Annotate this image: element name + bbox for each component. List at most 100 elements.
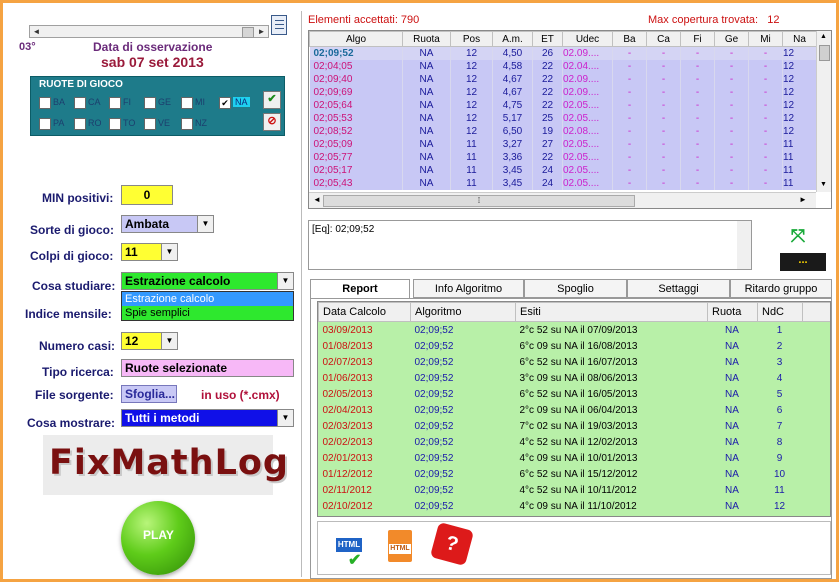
horizontal-scrollbar[interactable]: ◄ ⁞ ► [309, 192, 816, 208]
table-row[interactable]: 02;09;40 NA 12 4,67 22 02.09.... - - - - -12 [309, 73, 817, 86]
column-header[interactable]: Ruota [402, 31, 451, 47]
clear-button[interactable]: ⊘ [263, 113, 281, 131]
chevron-down-icon[interactable]: ▼ [277, 273, 293, 289]
table-row[interactable]: 02/11/2012 02;09;52 4°c 52 su NA il 10/11/… [319, 482, 831, 498]
column-header[interactable]: NdC [757, 302, 803, 322]
column-header[interactable]: ET [532, 31, 563, 47]
column-header[interactable]: Algo [309, 31, 403, 47]
table-cell: 02.05.... [562, 138, 613, 151]
methods-grid[interactable]: Algo Ruota Pos A.m. ET Udec Ba Ca Fi Ge Mi Na 02;09… [308, 30, 832, 209]
column-header[interactable]: Mi [748, 31, 783, 47]
checkbox-ge[interactable] [144, 97, 156, 109]
column-header[interactable]: Data Calcolo [318, 302, 411, 322]
cosa-mostrare-select[interactable]: Tutti i metodi ▼ [121, 409, 294, 427]
tab-settaggi[interactable]: Settaggi [627, 279, 730, 298]
checkbox-na[interactable]: ✔ [219, 97, 231, 109]
column-header[interactable]: A.m. [492, 31, 533, 47]
table-row[interactable]: 01/06/2013 02;09;52 3°c 09 su NA il 08/06/… [319, 370, 831, 386]
table-row[interactable]: 02;04;05 NA 12 4,58 22 02.04.... - - - - -12 [309, 60, 817, 73]
vertical-scrollbar[interactable]: ▲ ▼ [816, 31, 831, 192]
column-header[interactable]: Udec [562, 31, 613, 47]
checkbox-ba[interactable] [39, 97, 51, 109]
table-row[interactable]: 02;05;17 NA 11 3,45 24 02.05.... - - - - -11 [309, 164, 817, 177]
scroll-right-icon[interactable]: ► [255, 26, 268, 37]
draw-scrollbar[interactable]: ◄ ► [29, 25, 269, 38]
scroll-thumb[interactable] [819, 45, 830, 61]
table-cell: 11 [450, 177, 493, 190]
table-row[interactable]: 03/09/2013 02;09;52 2°c 52 su NA il 07/09/… [319, 322, 831, 339]
table-row[interactable]: 02/04/2013 02;09;52 2°c 09 su NA il 06/04/… [319, 402, 831, 418]
chevron-down-icon[interactable]: ▼ [197, 216, 213, 232]
play-button[interactable]: PLAY [121, 501, 195, 575]
column-header[interactable]: Ge [714, 31, 749, 47]
tipo-ricerca-select[interactable]: Ruote selezionate [121, 359, 294, 377]
chevron-down-icon[interactable]: ▼ [161, 244, 177, 260]
column-header[interactable]: Ruota [707, 302, 758, 322]
table-row[interactable]: 02/07/2013 02;09;52 6°c 52 su NA il 16/07/… [319, 354, 831, 370]
chevron-down-icon[interactable]: ▼ [277, 410, 293, 426]
checkbox-ca[interactable] [74, 97, 86, 109]
table-row[interactable]: 02/05/2013 02;09;52 6°c 52 su NA il 16/05/… [319, 386, 831, 402]
checkbox-fi[interactable] [109, 97, 121, 109]
chevron-down-icon[interactable]: ▼ [161, 333, 177, 349]
scroll-left-icon[interactable]: ◄ [313, 195, 321, 204]
table-row[interactable]: 02;05;64 NA 12 4,75 22 02.05.... - - - - -12 [309, 99, 817, 112]
copy-icon[interactable] [271, 15, 287, 35]
checkbox-pa[interactable] [39, 118, 51, 130]
column-header[interactable]: Algoritmo [410, 302, 516, 322]
tab-info-algoritmo[interactable]: Info Algoritmo [413, 279, 524, 298]
column-header[interactable]: Pos [450, 31, 493, 47]
scroll-thumb[interactable]: ⁞ [323, 195, 635, 207]
table-row[interactable]: 01/08/2013 02;09;52 6°c 09 su NA il 16/08/… [319, 338, 831, 354]
scroll-left-icon[interactable]: ◄ [30, 26, 43, 37]
formula-scrollbar[interactable] [737, 221, 751, 269]
column-header[interactable]: Fi [680, 31, 715, 47]
html-export-icon[interactable]: HTML ✔ [336, 534, 364, 569]
html-file-icon[interactable]: HTML [388, 530, 412, 562]
table-row[interactable]: 02;05;09 NA 11 3,27 27 02.05.... - - - - -11 [309, 138, 817, 151]
column-header[interactable]: Ca [646, 31, 681, 47]
table-row[interactable]: 01/12/2012 02;09;52 6°c 52 su NA il 15/12/… [319, 466, 831, 482]
numero-casi-select[interactable]: 12 ▼ [121, 332, 178, 350]
random-dice-icon[interactable]: ? [429, 521, 475, 567]
options-button[interactable]: ... [780, 253, 826, 271]
column-header[interactable]: Esiti [515, 302, 708, 322]
table-row[interactable]: 02;09;69 NA 12 4,67 22 02.09.... - - - - -12 [309, 86, 817, 99]
option-spie-semplici[interactable]: Spie semplici [122, 306, 293, 320]
checkbox-ve[interactable] [144, 118, 156, 130]
colpi-select[interactable]: 11 ▼ [121, 243, 178, 261]
confirm-button[interactable]: ✔ [263, 91, 281, 109]
cosa-studiare-select[interactable]: Estrazione calcolo ▼ [121, 272, 294, 290]
expand-icon[interactable]: ⤧ [788, 226, 808, 246]
formula-box[interactable]: [Eq]: 02;09;52 [308, 220, 752, 270]
table-row[interactable]: 02;09;52 NA 12 4,50 26 02.09.... - - - - -12 [309, 46, 817, 60]
sorte-select[interactable]: Ambata ▼ [121, 215, 214, 233]
table-row[interactable]: 02/02/2013 02;09;52 4°c 52 su NA il 12/02/… [319, 434, 831, 450]
table-row[interactable]: 02;05;43 NA 11 3,45 24 02.05.... - - - - -11 [309, 177, 817, 190]
report-grid[interactable]: Data Calcolo Algoritmo Esiti Ruota NdC 03/09… [317, 301, 831, 517]
tab-ritardo-gruppo[interactable]: Ritardo gruppo [730, 279, 832, 298]
table-row[interactable]: 02/01/2013 02;09;52 4°c 09 su NA il 10/01/… [319, 450, 831, 466]
browse-button[interactable]: Sfoglia... [121, 385, 177, 403]
tab-spoglio[interactable]: Spoglio [524, 279, 627, 298]
column-header[interactable]: Na [782, 31, 817, 47]
table-cell: NA [402, 164, 451, 177]
table-row[interactable]: 02;05;53 NA 12 5,17 25 02.05.... - - - - -12 [309, 112, 817, 125]
scroll-thumb[interactable] [242, 27, 254, 38]
table-row[interactable]: 02/03/2013 02;09;52 7°c 02 su NA il 19/03/… [319, 418, 831, 434]
option-estrazione-calcolo[interactable]: Estrazione calcolo [122, 292, 293, 306]
checkbox-nz[interactable] [181, 118, 193, 130]
table-row[interactable]: 02;08;52 NA 12 6,50 19 02.08.... - - - - -12 [309, 125, 817, 138]
scroll-down-icon[interactable]: ▼ [820, 181, 827, 188]
checkbox-to[interactable] [109, 118, 121, 130]
checkbox-ro[interactable] [74, 118, 86, 130]
checkbox-mi[interactable] [181, 97, 193, 109]
table-row[interactable]: 02/10/2012 02;09;52 4°c 09 su NA il 11/10/… [319, 498, 831, 514]
scroll-right-icon[interactable]: ► [799, 195, 807, 204]
table-row[interactable]: 02;05;77 NA 11 3,36 22 02.05.... - - - - -11 [309, 151, 817, 164]
tab-report[interactable]: Report [310, 279, 410, 299]
column-header[interactable]: Ba [612, 31, 647, 47]
min-positivi-input[interactable]: 0 [121, 185, 173, 205]
scroll-up-icon[interactable]: ▲ [820, 33, 827, 40]
table-cell: - [714, 60, 749, 73]
